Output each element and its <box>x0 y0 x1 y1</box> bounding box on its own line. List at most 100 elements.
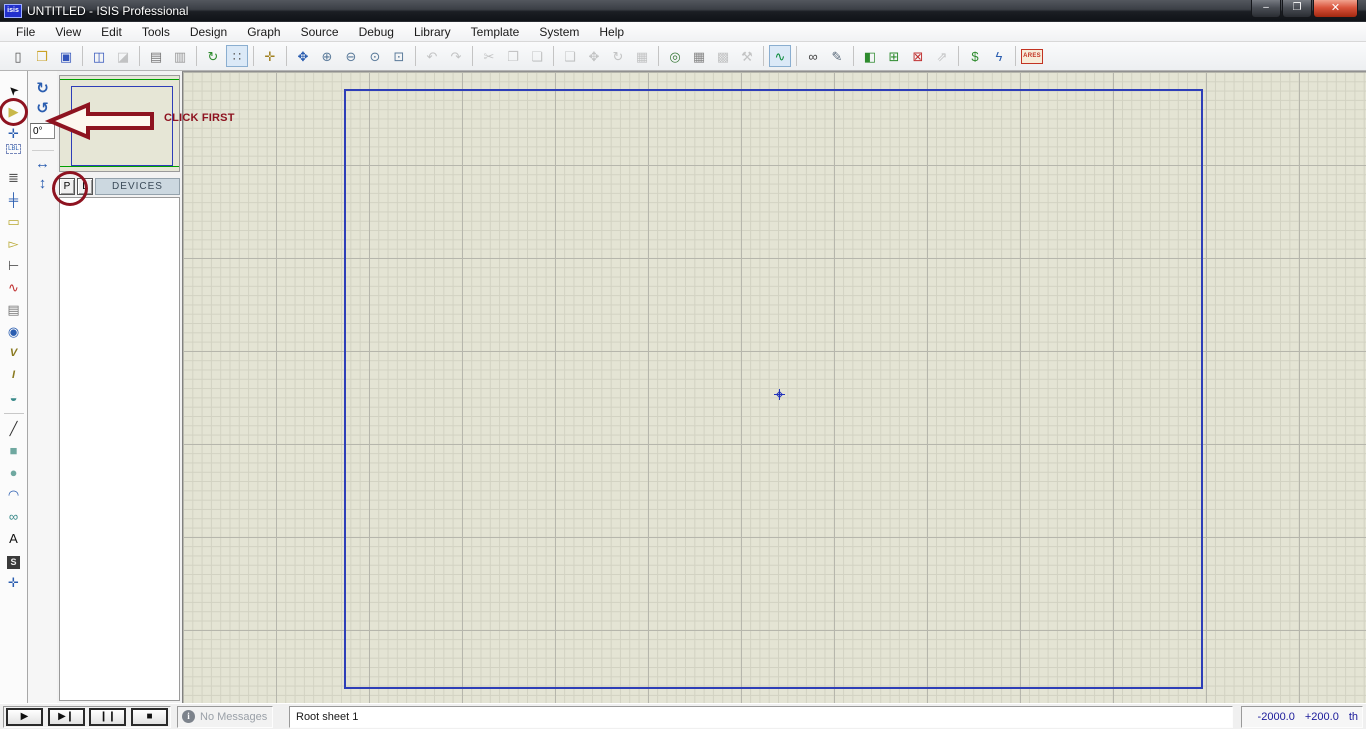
save-design-button[interactable]: ▣ <box>55 45 77 67</box>
subcircuit-mode-icon[interactable]: ▭ <box>2 211 26 233</box>
open-design-button[interactable]: ❒ <box>31 45 53 67</box>
junction-dot-mode-icon[interactable]: ✛ <box>2 123 26 145</box>
simulation-controls: ▶ ▶❙❙❙ ■ <box>3 706 171 728</box>
rotate-anticlockwise-button[interactable]: ↺ <box>32 99 54 119</box>
graph-mode-icon[interactable]: ∿ <box>2 277 26 299</box>
origin-marker <box>774 389 785 400</box>
menu-help[interactable]: Help <box>589 23 634 41</box>
wire-autorouter-button[interactable]: ∿ <box>769 45 791 67</box>
stop-button[interactable]: ■ <box>131 708 168 726</box>
generator-mode-icon[interactable]: ◉ <box>2 321 26 343</box>
2d-circle-mode-icon[interactable]: ● <box>2 462 26 484</box>
2d-arc-mode-icon[interactable]: ◠ <box>2 484 26 506</box>
minimize-button[interactable]: – <box>1251 0 1281 18</box>
2d-line-mode-icon[interactable]: ╱ <box>2 418 26 440</box>
menu-file[interactable]: File <box>6 23 45 41</box>
devices-panel: P L DEVICES <box>57 71 182 703</box>
restore-button[interactable]: ❐ <box>1282 0 1312 18</box>
2d-symbols-mode-icon[interactable]: S <box>2 550 26 572</box>
minimap-view-edge-top <box>60 79 179 80</box>
property-assignment-button[interactable]: ✎ <box>826 45 848 67</box>
remove-sheet-button[interactable]: ⊠ <box>907 45 929 67</box>
close-button[interactable]: ✕ <box>1313 0 1358 18</box>
separator <box>32 150 54 151</box>
2d-text-mode-icon[interactable]: A <box>2 528 26 550</box>
menu-design[interactable]: Design <box>180 23 237 41</box>
netlist-to-ares-button[interactable]: ARES <box>1021 49 1043 64</box>
design-explorer-button[interactable]: ◧ <box>859 45 881 67</box>
pick-parts-button[interactable]: ◎ <box>664 45 686 67</box>
coordinate-x: -2000.0 <box>1258 711 1295 723</box>
export-section-button: ◪ <box>112 45 134 67</box>
redraw-button[interactable]: ↻ <box>202 45 224 67</box>
side-panel: ↻↺ ↔↕ P L DEVICES <box>28 71 182 703</box>
packaging-tool-button: ▩ <box>712 45 734 67</box>
make-device-button[interactable]: ▦ <box>688 45 710 67</box>
schematic-canvas[interactable] <box>182 71 1366 703</box>
separator <box>658 46 659 66</box>
virtual-instruments-mode-icon[interactable]: ◒ <box>2 387 26 409</box>
text-script-mode-icon[interactable]: ≣ <box>2 167 26 189</box>
rotation-angle-input[interactable] <box>30 123 55 139</box>
manual-origin-button[interactable]: ✛ <box>259 45 281 67</box>
mark-output-area-button[interactable]: ▥ <box>169 45 191 67</box>
toggle-grid-button[interactable]: ∷ <box>226 45 248 67</box>
library-manager-button[interactable]: L <box>77 178 93 195</box>
menu-debug[interactable]: Debug <box>349 23 404 41</box>
separator <box>415 46 416 66</box>
wire-label-mode-icon[interactable]: LBL <box>2 145 26 167</box>
flip-horizontal-button[interactable]: ↔ <box>32 154 54 174</box>
separator <box>196 46 197 66</box>
new-design-button[interactable]: ▯ <box>7 45 29 67</box>
flip-vertical-button[interactable]: ↕ <box>32 174 54 194</box>
2d-box-mode-icon[interactable]: ■ <box>2 440 26 462</box>
object-list[interactable] <box>59 197 180 701</box>
zoom-area-button[interactable]: ⊡ <box>388 45 410 67</box>
block-copy-button: ❑ <box>559 45 581 67</box>
pan-button[interactable]: ✥ <box>292 45 314 67</box>
electrical-rule-check-button[interactable]: ϟ <box>988 45 1010 67</box>
play-button[interactable]: ▶ <box>6 708 43 726</box>
menu-system[interactable]: System <box>529 23 589 41</box>
pause-button[interactable]: ❙❙ <box>89 708 126 726</box>
print-button[interactable]: ▤ <box>145 45 167 67</box>
separator <box>82 46 83 66</box>
zoom-in-button[interactable]: ⊕ <box>316 45 338 67</box>
import-section-button[interactable]: ◫ <box>88 45 110 67</box>
decompose-button: ⚒ <box>736 45 758 67</box>
device-pins-mode-icon[interactable]: ⊢ <box>2 255 26 277</box>
voltage-probe-mode-icon[interactable]: V <box>2 343 26 365</box>
step-button[interactable]: ▶❙ <box>48 708 85 726</box>
overview-minimap[interactable] <box>59 75 180 172</box>
terminals-mode-icon[interactable]: ▻ <box>2 233 26 255</box>
menu-library[interactable]: Library <box>404 23 461 41</box>
2d-markers-mode-icon[interactable]: ✛ <box>2 572 26 594</box>
devices-header: DEVICES <box>95 178 180 195</box>
menu-edit[interactable]: Edit <box>91 23 132 41</box>
menu-graph[interactable]: Graph <box>237 23 290 41</box>
zoom-all-button[interactable]: ⊙ <box>364 45 386 67</box>
buses-mode-icon[interactable]: ╪ <box>2 189 26 211</box>
pick-devices-button[interactable]: P <box>59 178 75 195</box>
separator <box>139 46 140 66</box>
tape-recorder-mode-icon[interactable]: ▤ <box>2 299 26 321</box>
current-probe-mode-icon[interactable]: I <box>2 365 26 387</box>
title-bar: isis UNTITLED - ISIS Professional –❐✕ <box>0 0 1366 22</box>
search-tag-button[interactable]: ∞ <box>802 45 824 67</box>
menu-template[interactable]: Template <box>461 23 530 41</box>
message-text: No Messages <box>200 711 267 723</box>
separator <box>1015 46 1016 66</box>
new-sheet-button[interactable]: ⊞ <box>883 45 905 67</box>
message-area[interactable]: i No Messages <box>177 706 273 728</box>
menu-tools[interactable]: Tools <box>132 23 180 41</box>
bill-of-materials-button[interactable]: $ <box>964 45 986 67</box>
menu-source[interactable]: Source <box>291 23 349 41</box>
coordinate-units: th <box>1349 711 1358 723</box>
2d-closed-path-mode-icon[interactable]: ∞ <box>2 506 26 528</box>
exit-to-parent-button: ⇗ <box>931 45 953 67</box>
rotate-clockwise-button[interactable]: ↻ <box>32 79 54 99</box>
menu-view[interactable]: View <box>45 23 91 41</box>
app-icon: isis <box>4 4 22 18</box>
block-rotate-button: ↻ <box>607 45 629 67</box>
zoom-out-button[interactable]: ⊖ <box>340 45 362 67</box>
